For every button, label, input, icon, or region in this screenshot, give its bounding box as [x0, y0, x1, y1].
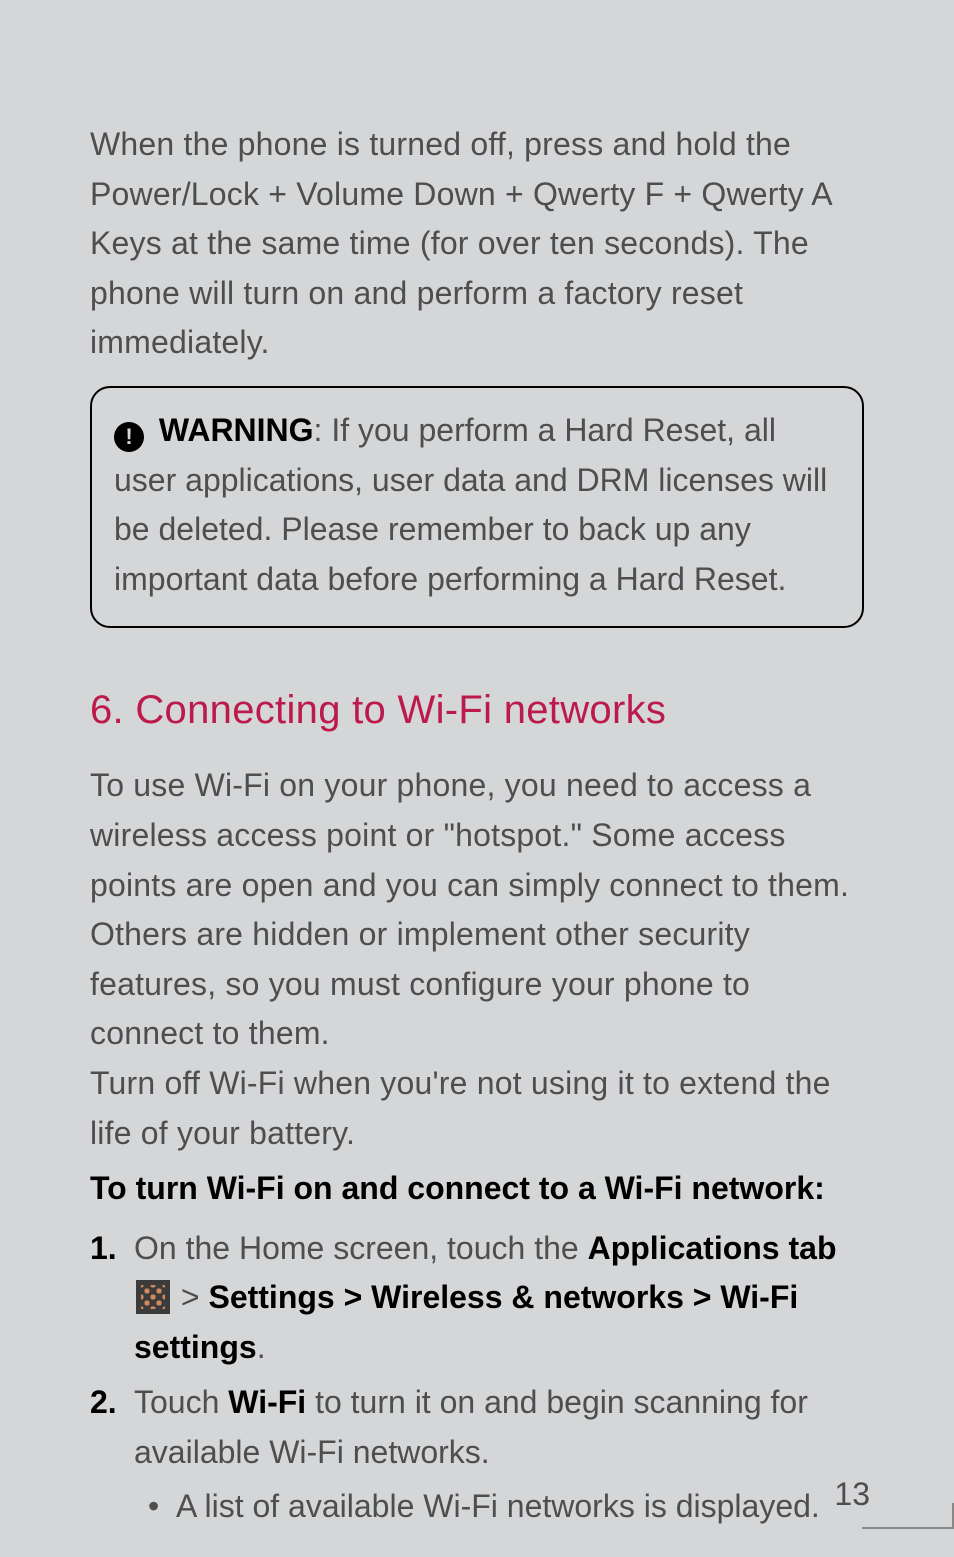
step-1: 1. On the Home screen, touch the Applica… — [90, 1224, 864, 1373]
step-2-sublist: A list of available Wi-Fi networks is di… — [134, 1482, 864, 1532]
sub-heading: To turn Wi-Fi on and connect to a Wi-Fi … — [90, 1164, 864, 1214]
intro-paragraph: When the phone is turned off, press and … — [90, 120, 864, 368]
section-paragraph-2: Turn off Wi-Fi when you're not using it … — [90, 1059, 864, 1158]
step-2: 2. Touch Wi-Fi to turn it on and begin s… — [90, 1378, 864, 1531]
step-2-text-pre: Touch — [134, 1384, 228, 1420]
step-2-bold-1: Wi-Fi — [228, 1384, 306, 1420]
applications-tab-icon — [136, 1280, 170, 1314]
warning-label: WARNING — [159, 412, 314, 448]
steps-list: 1. On the Home screen, touch the Applica… — [90, 1224, 864, 1532]
step-number: 2. — [90, 1378, 117, 1428]
warning-box: ! WARNING: If you perform a Hard Reset, … — [90, 386, 864, 628]
step-number: 1. — [90, 1224, 117, 1274]
crop-mark — [862, 1527, 954, 1543]
step-1-bold-1: Applications tab — [588, 1230, 837, 1266]
section-heading: 6. Connecting to Wi-Fi networks — [90, 688, 864, 733]
step-2-bullet: A list of available Wi-Fi networks is di… — [134, 1482, 864, 1532]
step-1-bold-2: Settings > Wireless & networks > Wi-Fi s… — [134, 1279, 798, 1365]
warning-icon: ! — [114, 422, 144, 452]
step-1-text-pre: On the Home screen, touch the — [134, 1230, 588, 1266]
page-number: 13 — [834, 1476, 870, 1513]
document-page: When the phone is turned off, press and … — [0, 0, 954, 1531]
warning-text: ! WARNING: If you perform a Hard Reset, … — [114, 406, 840, 604]
section-paragraph-1: To use Wi-Fi on your phone, you need to … — [90, 761, 864, 1059]
